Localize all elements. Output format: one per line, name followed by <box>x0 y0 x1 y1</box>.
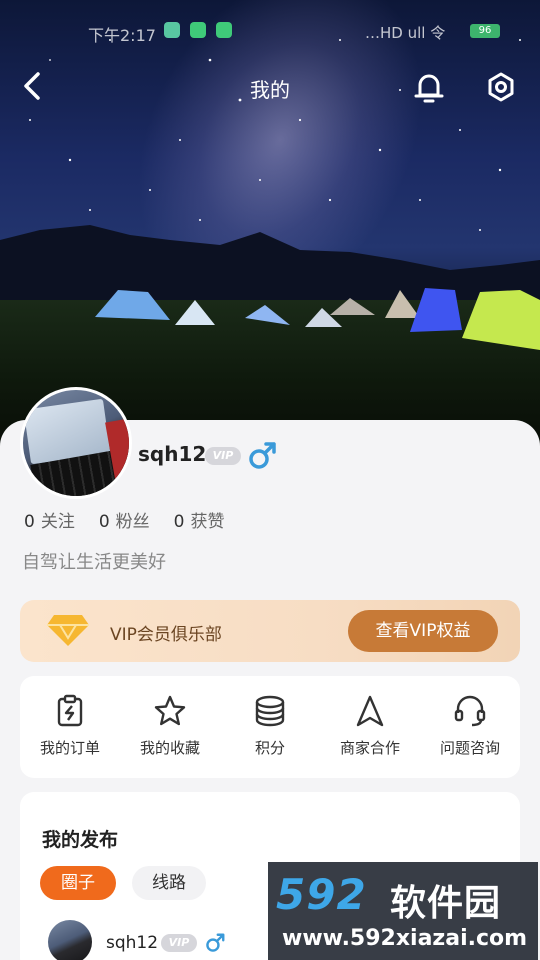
profile-stats: 0 关注 0 粉丝 0 获赞 <box>24 507 224 532</box>
post-author-name: sqh12 <box>106 933 159 953</box>
status-time: 下午2:17 <box>88 26 156 45</box>
telegram-icon <box>164 22 180 38</box>
quick-menu: 我的订单 我的收藏 积分 商家合作 问题咨询 <box>20 676 520 778</box>
section-title: 我的发布 <box>42 829 119 851</box>
menu-item-support[interactable]: 问题咨询 <box>420 676 520 778</box>
menu-item-merchant[interactable]: 商家合作 <box>320 676 420 778</box>
tents <box>95 288 540 350</box>
vip-club-label: VIP会员俱乐部 <box>110 625 222 645</box>
username: sqh12 <box>138 442 207 466</box>
settings-button[interactable] <box>482 68 520 106</box>
signal-indicator: …HD ull 令 <box>365 24 446 42</box>
stat-value: 0 <box>173 512 185 532</box>
stat-value: 0 <box>98 512 110 532</box>
stat-followers[interactable]: 0 粉丝 <box>99 507 150 532</box>
stat-label: 粉丝 <box>115 512 150 532</box>
menu-item-points[interactable]: 积分 <box>220 676 320 778</box>
app-notification-icon <box>190 22 206 38</box>
tab-circle[interactable]: 圈子 <box>40 866 116 900</box>
app-notification-icon <box>216 22 232 38</box>
star-icon <box>154 695 186 726</box>
stat-label: 获赞 <box>190 512 225 532</box>
battery-icon: 96 <box>470 24 500 38</box>
menu-item-label: 我的订单 <box>39 739 100 757</box>
watermark-logo: 592 <box>276 870 367 919</box>
menu-item-label: 商家合作 <box>339 739 400 757</box>
diamond-icon <box>47 615 89 646</box>
stat-value: 0 <box>24 512 35 532</box>
post-author-avatar[interactable] <box>48 920 92 960</box>
nav-bar: 我的 <box>0 62 540 112</box>
stat-likes[interactable]: 0 获赞 <box>174 507 225 532</box>
menu-item-label: 积分 <box>254 739 285 757</box>
vip-badge: VIP <box>205 447 241 465</box>
stat-label: 关注 <box>40 512 75 532</box>
navigation-icon <box>356 695 384 727</box>
stat-following[interactable]: 0 关注 <box>24 507 75 532</box>
vip-club-banner[interactable]: VIP会员俱乐部 查看VIP权益 <box>20 600 520 662</box>
notifications-button[interactable] <box>410 68 448 106</box>
menu-item-label: 问题咨询 <box>439 739 500 757</box>
male-icon <box>249 442 276 469</box>
menu-item-favorites[interactable]: 我的收藏 <box>120 676 220 778</box>
coins-icon <box>255 695 285 727</box>
site-watermark: 592 软件园 www.592xiazai.com <box>268 862 538 960</box>
watermark-url: www.592xiazai.com <box>282 926 528 951</box>
page-title: 我的 <box>250 78 290 102</box>
vip-badge: VIP <box>161 934 197 952</box>
bell-icon <box>414 74 444 103</box>
headset-icon <box>454 695 486 727</box>
status-bar: 下午2:17 …HD ull 令 96 <box>0 0 540 62</box>
view-vip-benefits-button[interactable]: 查看VIP权益 <box>348 610 498 652</box>
gear-icon <box>488 72 514 102</box>
watermark-brand: 软件园 <box>390 883 502 924</box>
order-icon <box>57 694 83 727</box>
menu-item-label: 我的收藏 <box>139 739 200 757</box>
profile-bio: 自驾让生活更美好 <box>22 552 166 573</box>
menu-item-orders[interactable]: 我的订单 <box>20 676 120 778</box>
avatar[interactable] <box>20 387 132 499</box>
tab-routes[interactable]: 线路 <box>132 866 206 900</box>
male-icon <box>206 933 225 952</box>
